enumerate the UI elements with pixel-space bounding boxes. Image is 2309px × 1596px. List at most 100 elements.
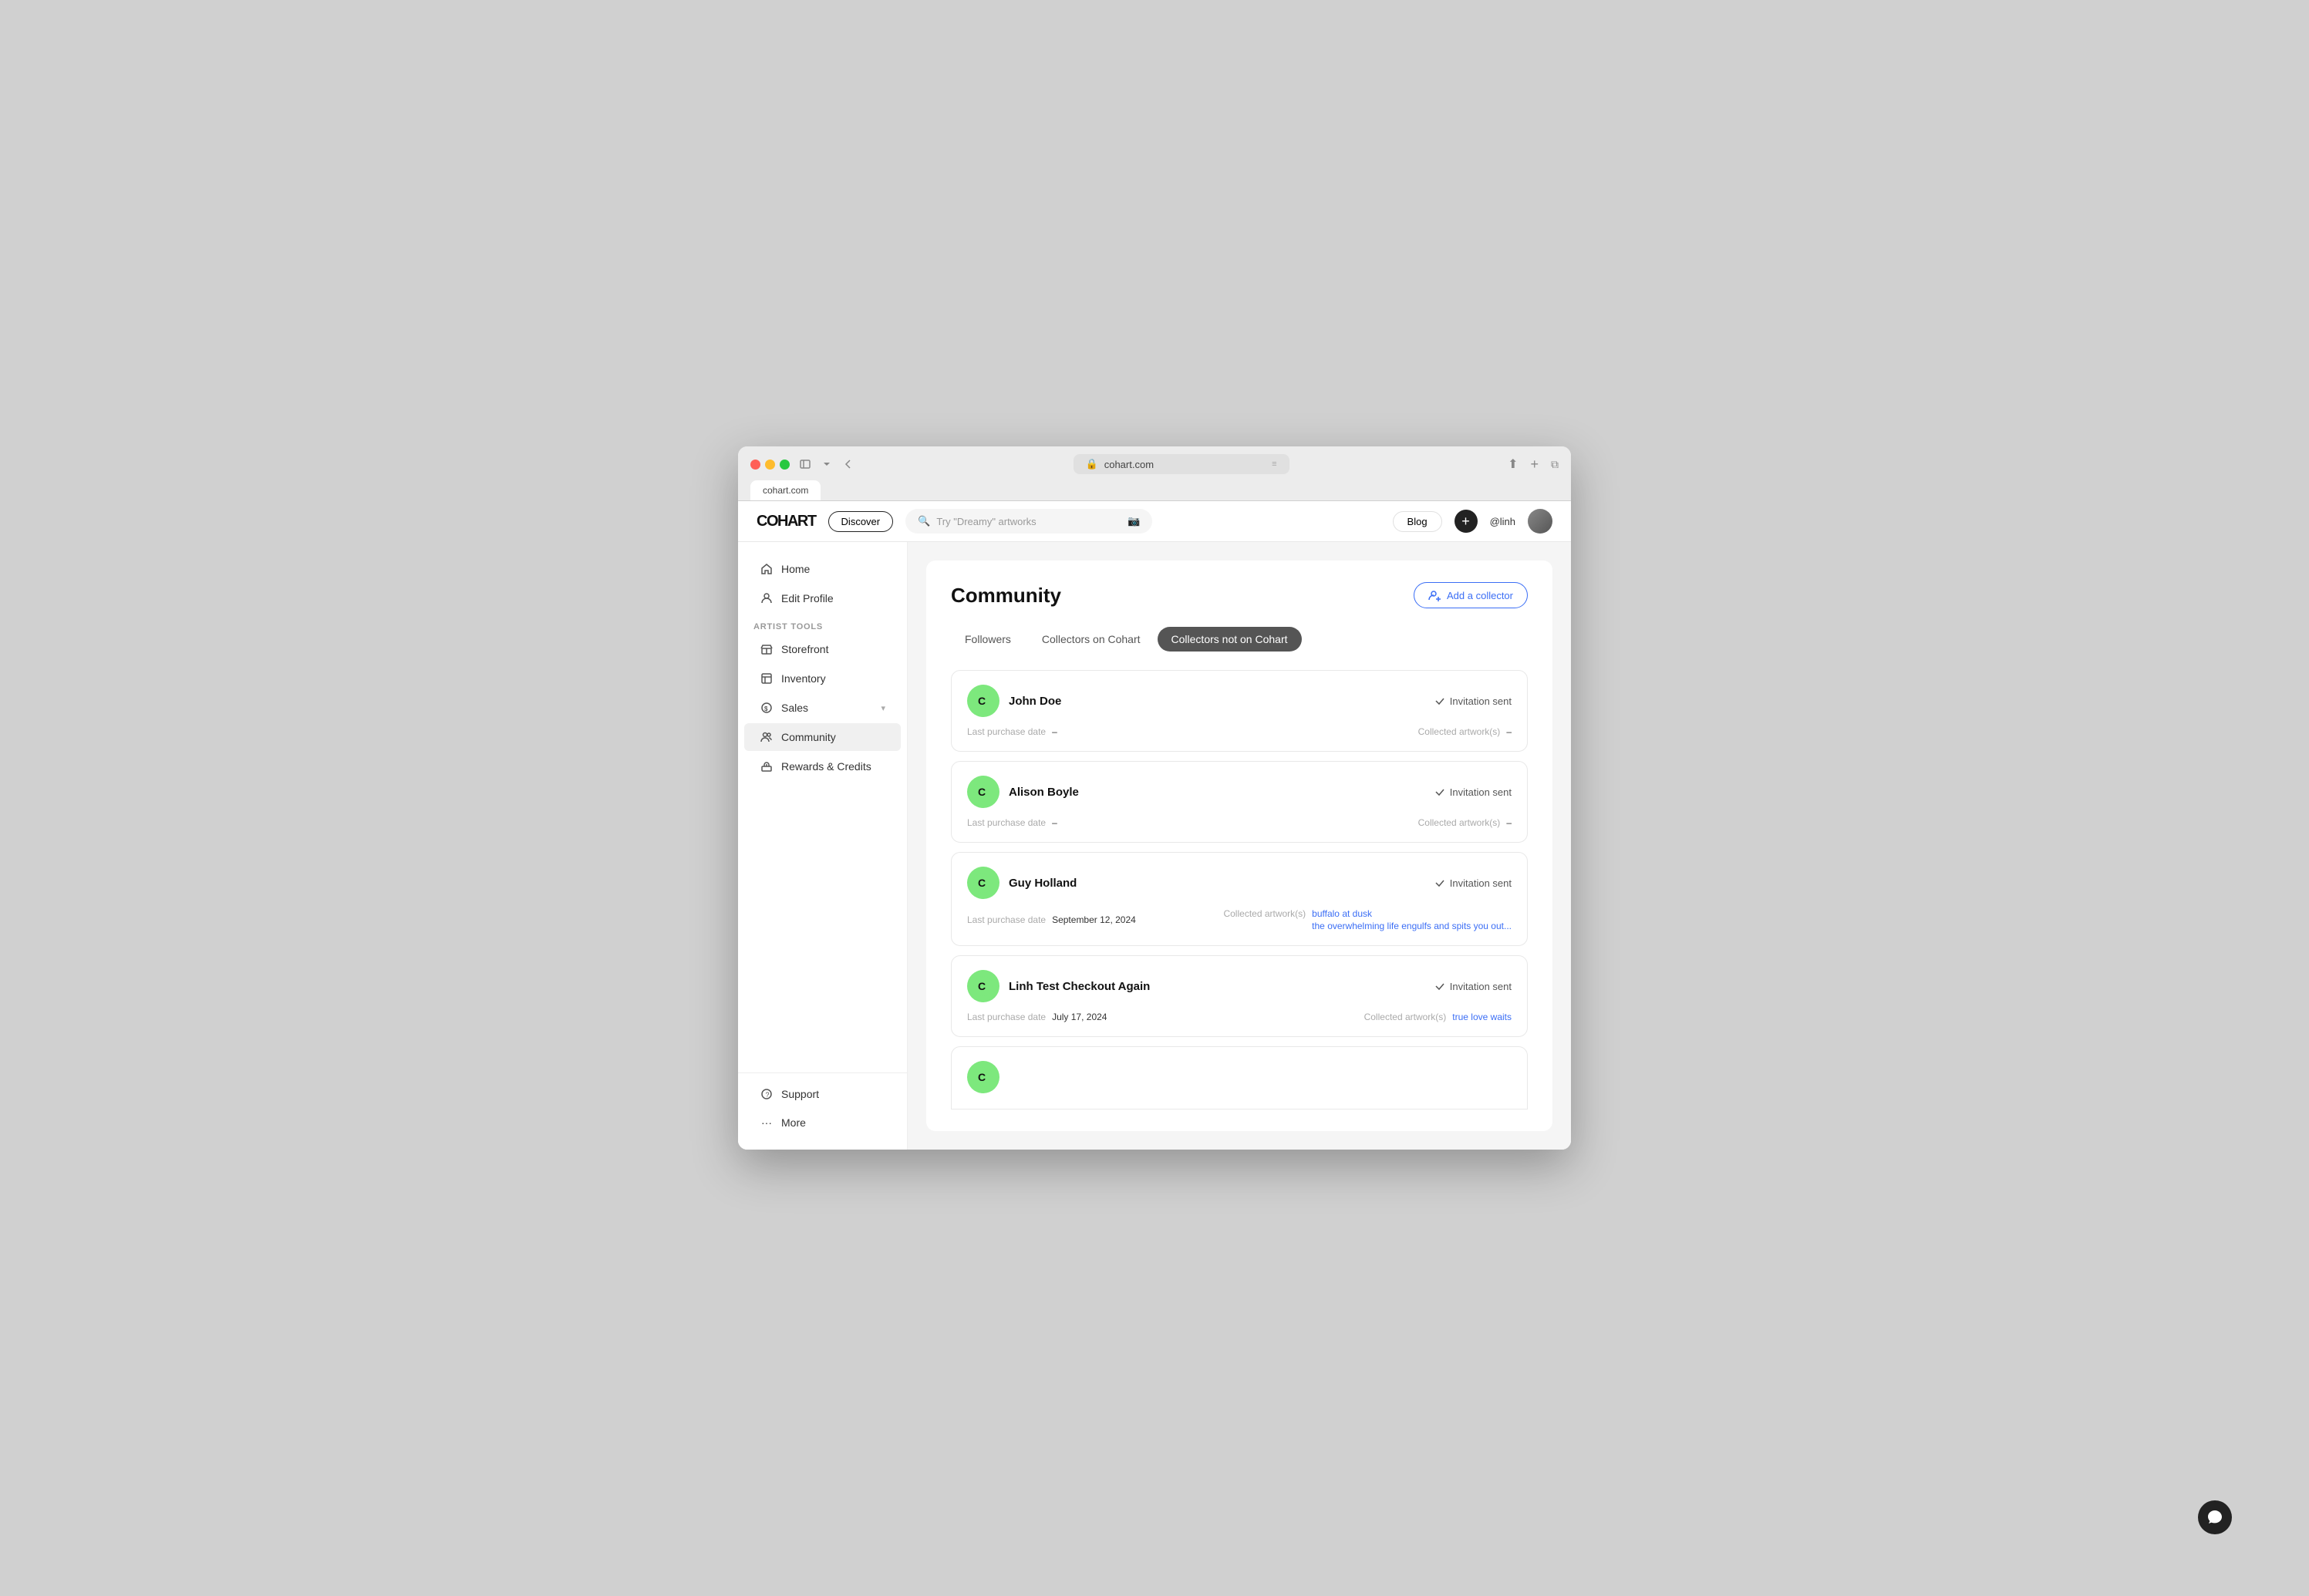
- last-purchase-label: Last purchase date: [967, 817, 1046, 828]
- more-icon: ···: [760, 1116, 774, 1130]
- avatar: C: [967, 1061, 999, 1093]
- invitation-sent: Invitation sent: [1434, 877, 1512, 889]
- search-icon: 🔍: [918, 515, 930, 527]
- community-header: Community Add a collector: [951, 582, 1528, 608]
- discover-button[interactable]: Discover: [828, 511, 894, 532]
- tab-collectors-not-on-cohart[interactable]: Collectors not on Cohart: [1158, 627, 1302, 652]
- artwork-links: buffalo at dusk the overwhelming life en…: [1312, 908, 1512, 931]
- browser-chrome: 🔒 cohart.com ≡ ⬆ + ⧉ cohart.com: [738, 446, 1571, 501]
- collector-card-partial: C: [951, 1046, 1528, 1109]
- blog-button[interactable]: Blog: [1393, 511, 1442, 532]
- checkmark-icon: [1434, 981, 1445, 992]
- add-user-icon: [1428, 589, 1441, 601]
- tab-dropdown[interactable]: [821, 458, 833, 470]
- maximize-button[interactable]: [780, 460, 790, 470]
- svg-text:C: C: [978, 980, 986, 992]
- sidebar-item-rewards[interactable]: Rewards & Credits: [744, 753, 901, 780]
- sidebar: Home Edit Profile ARTIST TOOLS: [738, 542, 908, 1150]
- last-purchase-value: July 17, 2024: [1052, 1012, 1107, 1022]
- sidebar-storefront-label: Storefront: [781, 643, 828, 655]
- sidebar-item-edit-profile[interactable]: Edit Profile: [744, 584, 901, 612]
- username-label: @linh: [1490, 516, 1515, 527]
- community-title: Community: [951, 584, 1061, 608]
- collected-value: –: [1506, 726, 1512, 737]
- browser-window: 🔒 cohart.com ≡ ⬆ + ⧉ cohart.com COHART D…: [738, 446, 1571, 1150]
- camera-icon[interactable]: 📷: [1128, 515, 1140, 527]
- logo: COHART: [757, 513, 816, 530]
- artwork-link[interactable]: the overwhelming life engulfs and spits …: [1312, 921, 1512, 931]
- browser-tabs: cohart.com: [750, 480, 1559, 500]
- close-button[interactable]: [750, 460, 760, 470]
- avatar: C: [967, 776, 999, 808]
- add-collector-button[interactable]: Add a collector: [1414, 582, 1528, 608]
- browser-toolbar-right: ⬆ + ⧉: [1508, 456, 1559, 473]
- nav-right: Blog + @linh: [1393, 509, 1552, 534]
- sidebar-inventory-label: Inventory: [781, 672, 826, 685]
- sidebar-item-sales[interactable]: $ Sales ▾: [744, 694, 901, 722]
- sidebar-more-label: More: [781, 1116, 806, 1129]
- sidebar-toggle[interactable]: [799, 458, 811, 470]
- sidebar-support-label: Support: [781, 1088, 819, 1100]
- storefront-icon: [760, 642, 774, 656]
- lock-icon: 🔒: [1086, 458, 1098, 470]
- sales-icon: $: [760, 701, 774, 715]
- minimize-button[interactable]: [765, 460, 775, 470]
- new-tab-icon[interactable]: +: [1530, 456, 1539, 473]
- sidebar-community-label: Community: [781, 731, 836, 743]
- community-icon: [760, 730, 774, 744]
- share-icon[interactable]: ⬆: [1508, 456, 1518, 472]
- invitation-sent-label: Invitation sent: [1450, 695, 1512, 707]
- sidebar-item-support[interactable]: ? Support: [744, 1080, 901, 1108]
- svg-text:C: C: [978, 877, 986, 889]
- tab-followers[interactable]: Followers: [951, 627, 1025, 652]
- sidebar-item-home[interactable]: Home: [744, 555, 901, 583]
- active-browser-tab[interactable]: cohart.com: [750, 480, 821, 500]
- collected-label: Collected artwork(s): [1223, 908, 1306, 919]
- invitation-sent: Invitation sent: [1434, 786, 1512, 798]
- avatar: C: [967, 867, 999, 899]
- invitation-sent-label: Invitation sent: [1450, 981, 1512, 992]
- search-placeholder: Try "Dreamy" artworks: [936, 516, 1036, 527]
- sidebar-rewards-label: Rewards & Credits: [781, 760, 871, 773]
- sidebar-item-storefront[interactable]: Storefront: [744, 635, 901, 663]
- sidebar-item-inventory[interactable]: Inventory: [744, 665, 901, 692]
- collector-name: John Doe: [1009, 695, 1061, 708]
- artwork-link[interactable]: buffalo at dusk: [1312, 908, 1512, 919]
- collected-value: –: [1506, 817, 1512, 828]
- checkmark-icon: [1434, 786, 1445, 797]
- collector-card: C John Doe Invitation sent: [951, 670, 1528, 752]
- user-icon: [760, 591, 774, 605]
- svg-text:C: C: [978, 695, 986, 707]
- tabs-overview-icon[interactable]: ⧉: [1551, 458, 1559, 471]
- reader-mode-icon: ≡: [1272, 460, 1276, 469]
- sidebar-section-artist-tools: ARTIST TOOLS: [738, 613, 907, 635]
- last-purchase-value: –: [1052, 726, 1057, 737]
- invitation-sent-label: Invitation sent: [1450, 877, 1512, 889]
- sidebar-edit-profile-label: Edit Profile: [781, 592, 834, 604]
- plus-button[interactable]: +: [1455, 510, 1478, 533]
- artwork-link[interactable]: true love waits: [1452, 1012, 1512, 1022]
- support-icon: ?: [760, 1087, 774, 1101]
- collector-card: C Linh Test Checkout Again Invitation se…: [951, 955, 1528, 1037]
- chat-button[interactable]: [2198, 1500, 2232, 1534]
- artwork-links: true love waits: [1452, 1012, 1512, 1022]
- last-purchase-label: Last purchase date: [967, 1012, 1046, 1022]
- tab-collectors-on-cohart[interactable]: Collectors on Cohart: [1028, 627, 1154, 652]
- tabs: Followers Collectors on Cohart Collector…: [951, 627, 1528, 652]
- add-collector-label: Add a collector: [1447, 590, 1513, 601]
- avatar[interactable]: [1528, 509, 1552, 534]
- collected-label: Collected artwork(s): [1418, 817, 1501, 828]
- search-bar[interactable]: 🔍 Try "Dreamy" artworks 📷: [905, 509, 1152, 534]
- last-purchase-label: Last purchase date: [967, 914, 1046, 925]
- checkmark-icon: [1434, 695, 1445, 706]
- address-bar[interactable]: 🔒 cohart.com ≡: [1074, 454, 1289, 474]
- sidebar-item-community[interactable]: Community: [744, 723, 901, 751]
- back-button[interactable]: [842, 458, 854, 470]
- collector-name: Guy Holland: [1009, 877, 1077, 890]
- invitation-sent: Invitation sent: [1434, 695, 1512, 707]
- chevron-down-icon: ▾: [881, 703, 885, 713]
- url-text: cohart.com: [1104, 459, 1154, 470]
- sidebar-item-more[interactable]: ··· More: [744, 1109, 901, 1136]
- svg-text:$: $: [764, 705, 768, 712]
- svg-text:C: C: [978, 1071, 986, 1083]
